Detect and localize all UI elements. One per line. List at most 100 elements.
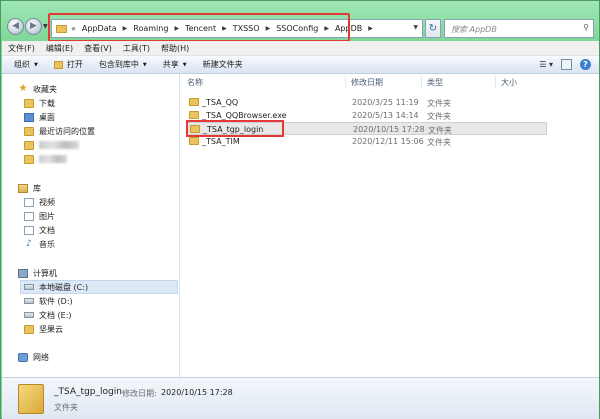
details-modified-value: 2020/10/15 17:28 <box>161 388 233 397</box>
nav-libraries[interactable]: 库 <box>18 181 41 195</box>
recent-pages-dropdown[interactable]: ▼ <box>43 23 49 30</box>
recent-places-icon <box>24 126 34 136</box>
nav-documents[interactable]: 文档 <box>24 223 55 237</box>
column-divider[interactable] <box>495 76 496 89</box>
folder-icon <box>189 111 199 119</box>
file-modified: 2020/12/11 15:06 <box>352 137 424 146</box>
document-icon <box>24 225 34 235</box>
new-folder-button[interactable]: 新建文件夹 <box>203 59 243 70</box>
file-list: 名称 修改日期 类型 大小 _TSA_QQ 2020/3/25 11:19 文件… <box>181 74 599 377</box>
breadcrumb-ssoconfig[interactable]: SSOConfig ▶ <box>276 24 335 33</box>
column-header-size[interactable]: 大小 <box>501 77 517 89</box>
details-modified-label: 修改日期: <box>122 389 157 398</box>
nav-network[interactable]: 网络 <box>18 350 49 364</box>
refresh-button[interactable]: ↻ <box>425 19 441 38</box>
title-bar: ◀ ▶ ▼ « AppData ▶ Roaming ▶ Tencent ▶ TXSSO… <box>1 1 600 42</box>
file-name: _TSA_QQBrowser.exe <box>202 111 287 120</box>
column-divider[interactable] <box>345 76 346 89</box>
drive-icon <box>24 312 34 318</box>
menu-bar: 文件(F) 编辑(E) 查看(V) 工具(T) 帮助(H) <box>2 41 599 56</box>
blurred-label <box>39 155 67 163</box>
picture-icon <box>24 211 34 221</box>
column-header-type[interactable]: 类型 <box>427 77 443 89</box>
nav-blurred-item-2[interactable] <box>24 152 67 166</box>
nav-drive-c[interactable]: 本地磁盘 (C:) <box>20 280 178 294</box>
chevron-down-icon: ▼ <box>142 61 147 68</box>
column-header-modified[interactable]: 修改日期 <box>351 77 383 89</box>
command-bar: 组织 ▼ 打开 包含到库中 ▼ 共享 ▼ 新建文件夹 ☰ ▾ ? <box>2 56 599 74</box>
file-row-selected[interactable]: _TSA_tgp_login 2020/10/15 17:28 文件夹 <box>187 122 547 135</box>
address-dropdown-icon[interactable]: ▼ <box>413 24 418 31</box>
nav-music[interactable]: ♪ 音乐 <box>24 237 55 251</box>
navigation-pane: ★ 收藏夹 下载 桌面 最近访问的位置 库 视频 图片 文档 ♪ 音乐 计算机 … <box>2 74 180 377</box>
file-name: _TSA_tgp_login <box>203 125 264 134</box>
file-name: _TSA_TIM <box>202 137 240 146</box>
breadcrumb-tencent[interactable]: Tencent ▶ <box>185 24 233 33</box>
drive-icon <box>24 284 34 290</box>
folder-icon <box>189 98 199 106</box>
nav-videos[interactable]: 视频 <box>24 195 55 209</box>
details-name: _TSA_tgp_login <box>54 387 122 397</box>
star-icon: ★ <box>18 83 28 94</box>
breadcrumb-txsso[interactable]: TXSSO ▶ <box>233 24 276 33</box>
desktop-icon <box>24 112 34 122</box>
back-button[interactable]: ◀ <box>7 18 24 35</box>
folder-icon <box>18 384 44 414</box>
search-icon: ⚲ <box>583 23 589 32</box>
nav-desktop[interactable]: 桌面 <box>24 110 55 124</box>
column-header-name[interactable]: 名称 <box>187 77 203 89</box>
nav-blurred-item-1[interactable] <box>24 138 79 152</box>
nutstore-folder-icon <box>24 324 34 334</box>
downloads-folder-icon <box>24 98 34 108</box>
organize-button[interactable]: 组织 ▼ <box>14 59 38 70</box>
overflow-chevron-icon[interactable]: « <box>71 24 76 33</box>
folder-icon <box>56 24 67 33</box>
nav-downloads[interactable]: 下载 <box>24 96 55 110</box>
open-folder-icon <box>53 60 63 69</box>
breadcrumb-appdb[interactable]: AppDB ▶ <box>335 24 379 33</box>
drive-icon <box>24 298 34 304</box>
breadcrumb-roaming[interactable]: Roaming ▶ <box>133 24 185 33</box>
nav-recent[interactable]: 最近访问的位置 <box>24 124 95 138</box>
file-type: 文件夹 <box>427 138 451 147</box>
menu-view[interactable]: 查看(V) <box>84 43 112 54</box>
menu-help[interactable]: 帮助(H) <box>161 43 189 54</box>
file-row[interactable]: _TSA_QQ 2020/3/25 11:19 文件夹 <box>187 96 547 109</box>
breadcrumb-appdata[interactable]: AppData ▶ <box>82 24 133 33</box>
view-options-icon[interactable]: ☰ ▾ <box>539 60 553 69</box>
search-input[interactable]: 搜索 AppDB ⚲ <box>444 19 594 38</box>
column-divider[interactable] <box>421 76 422 89</box>
video-icon <box>24 197 34 207</box>
details-type: 文件夹 <box>54 403 78 412</box>
file-row[interactable]: _TSA_TIM 2020/12/11 15:06 文件夹 <box>187 135 547 148</box>
menu-edit[interactable]: 编辑(E) <box>46 43 73 54</box>
preview-pane-icon[interactable] <box>561 59 572 70</box>
music-icon: ♪ <box>26 238 32 249</box>
folder-icon <box>189 137 199 145</box>
nav-favorites[interactable]: ★ 收藏夹 <box>18 82 57 96</box>
help-icon[interactable]: ? <box>580 59 591 70</box>
folder-icon <box>24 154 34 164</box>
content-area: ★ 收藏夹 下载 桌面 最近访问的位置 库 视频 图片 文档 ♪ 音乐 计算机 … <box>2 74 599 377</box>
open-button[interactable]: 打开 <box>53 59 83 70</box>
nav-drive-d[interactable]: 软件 (D:) <box>24 294 73 308</box>
library-icon <box>18 183 28 193</box>
file-modified: 2020/3/25 11:19 <box>352 98 419 107</box>
menu-tools[interactable]: 工具(T) <box>123 43 150 54</box>
share-button[interactable]: 共享 ▼ <box>163 59 187 70</box>
file-row[interactable]: _TSA_QQBrowser.exe 2020/5/13 14:14 文件夹 <box>187 109 547 122</box>
details-pane: _TSA_tgp_login 修改日期: 2020/10/15 17:28 文件… <box>2 377 599 419</box>
computer-icon <box>18 268 28 278</box>
nav-pictures[interactable]: 图片 <box>24 209 55 223</box>
nav-drive-e[interactable]: 文档 (E:) <box>24 308 72 322</box>
file-type: 文件夹 <box>427 99 451 108</box>
address-bar[interactable]: « AppData ▶ Roaming ▶ Tencent ▶ TXSSO ▶ SSOC… <box>51 19 423 38</box>
explorer-window: ◀ ▶ ▼ « AppData ▶ Roaming ▶ Tencent ▶ TXSSO… <box>0 0 600 419</box>
nav-computer[interactable]: 计算机 <box>18 266 57 280</box>
forward-button[interactable]: ▶ <box>25 18 42 35</box>
include-in-library-button[interactable]: 包含到库中 ▼ <box>99 59 147 70</box>
menu-file[interactable]: 文件(F) <box>8 43 35 54</box>
file-modified: 2020/5/13 14:14 <box>352 111 419 120</box>
file-modified: 2020/10/15 17:28 <box>353 125 425 134</box>
nav-nutstore[interactable]: 坚果云 <box>24 322 63 336</box>
